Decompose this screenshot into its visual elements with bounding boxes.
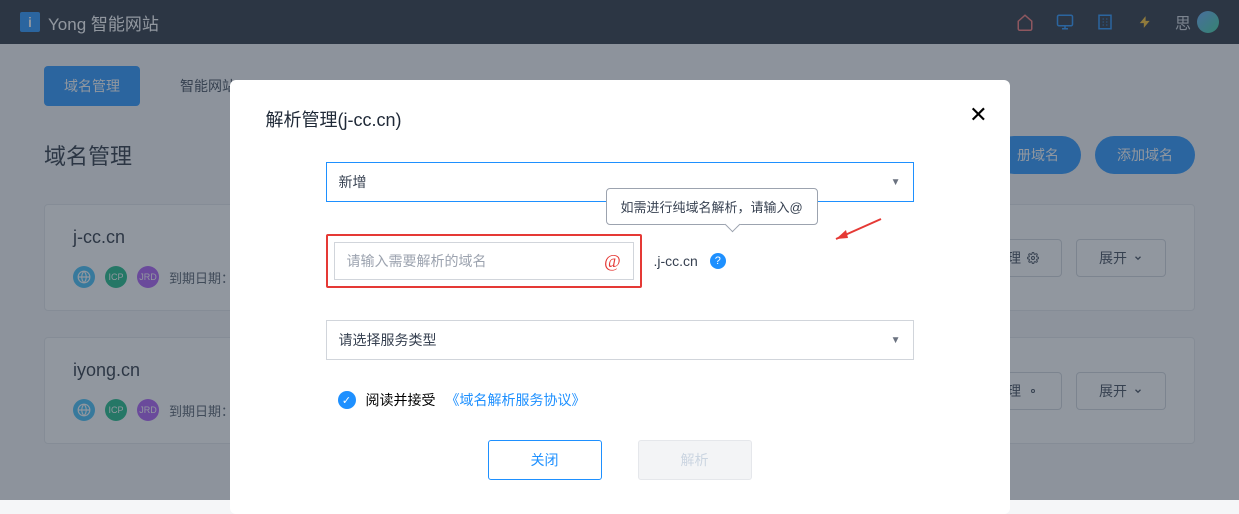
chevron-down-icon: ▼ — [891, 177, 901, 188]
service-type-select[interactable]: 请选择服务类型 ▼ — [326, 320, 914, 360]
tooltip: 如需进行纯域名解析，请输入@ — [606, 188, 818, 225]
modal-overlay: 解析管理(j-cc.cn) ✕ 新增 ▼ 如需进行纯域名解析，请输入@ 请输入需… — [0, 0, 1239, 500]
parse-button[interactable]: 解析 — [638, 440, 752, 480]
domain-suffix: .j-cc.cn — [654, 253, 698, 269]
hostname-row: 如需进行纯域名解析，请输入@ 请输入需要解析的域名 @ .j-cc.cn ? — [326, 234, 914, 288]
agree-text: 阅读并接受 — [366, 390, 436, 410]
close-icon[interactable]: ✕ — [969, 102, 987, 128]
modal-body: 新增 ▼ 如需进行纯域名解析，请输入@ 请输入需要解析的域名 @ .j-cc.c… — [266, 132, 974, 480]
hostname-input[interactable]: 请输入需要解析的域名 @ — [334, 242, 634, 280]
modal-footer: 关闭 解析 — [326, 440, 914, 480]
agreement-row: ✓ 阅读并接受 《域名解析服务协议》 — [338, 390, 914, 410]
dns-modal: 解析管理(j-cc.cn) ✕ 新增 ▼ 如需进行纯域名解析，请输入@ 请输入需… — [230, 80, 1010, 514]
select-value: 新增 — [339, 172, 367, 192]
at-annotation: @ — [604, 251, 621, 272]
checkbox-checked-icon[interactable]: ✓ — [338, 391, 356, 409]
close-button[interactable]: 关闭 — [488, 440, 602, 480]
help-icon[interactable]: ? — [710, 253, 726, 269]
select-value: 请选择服务类型 — [339, 330, 437, 350]
hostname-highlight: 请输入需要解析的域名 @ — [326, 234, 642, 288]
input-placeholder: 请输入需要解析的域名 — [347, 251, 487, 271]
agreement-link[interactable]: 《域名解析服务协议》 — [446, 390, 586, 410]
modal-title: 解析管理(j-cc.cn) — [266, 106, 974, 132]
chevron-down-icon: ▼ — [891, 335, 901, 346]
arrow-annotation-icon — [826, 214, 886, 244]
